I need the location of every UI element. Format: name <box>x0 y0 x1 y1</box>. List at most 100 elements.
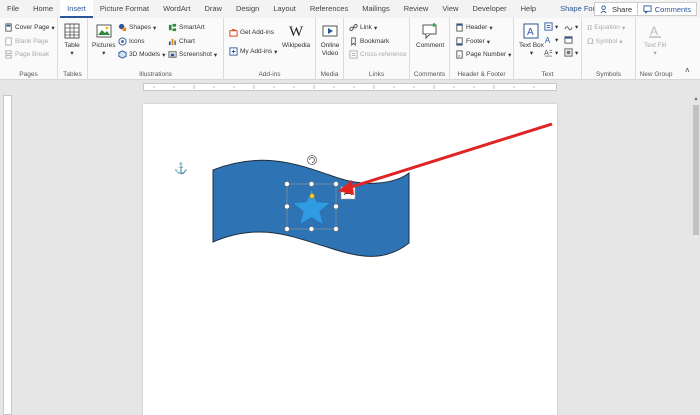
footer-button[interactable]: Footer ▾ <box>455 37 490 46</box>
chevron-down-icon: ▾ <box>153 24 157 32</box>
bookmark-button[interactable]: Bookmark <box>349 37 389 46</box>
scrollbar-thumb[interactable] <box>693 105 699 235</box>
chevron-down-icon: ▾ <box>575 49 579 57</box>
tab-home[interactable]: Home <box>26 0 60 18</box>
shapes-button[interactable]: Shapes ▾ <box>118 23 156 32</box>
new-comment-button[interactable]: Comment <box>416 22 444 50</box>
table-button[interactable]: Table ▾ <box>63 22 81 58</box>
cover-page-icon <box>5 23 12 32</box>
symbol-button[interactable]: Ω Symbol ▾ <box>587 37 623 46</box>
date-time-button[interactable] <box>564 35 573 44</box>
comments-button[interactable]: Comments <box>636 2 697 16</box>
tab-mailings[interactable]: Mailings <box>355 0 397 18</box>
tab-view[interactable]: View <box>435 0 465 18</box>
drop-cap-icon: A <box>544 48 553 57</box>
smartart-button[interactable]: SmartArt <box>168 23 205 32</box>
header-button[interactable]: Header ▾ <box>455 23 493 32</box>
tab-developer[interactable]: Developer <box>465 0 513 18</box>
share-icon <box>600 4 607 13</box>
group-symbols: π Equation ▾ Ω Symbol ▾ Symbols <box>582 18 636 80</box>
tab-draw[interactable]: Draw <box>197 0 229 18</box>
wikipedia-button[interactable]: W Wikipedia <box>282 22 310 50</box>
object-button[interactable]: ▾ <box>564 48 578 57</box>
equation-button[interactable]: π Equation ▾ <box>587 23 625 32</box>
blank-page-icon <box>5 37 12 46</box>
3d-models-button[interactable]: 3D Models ▾ <box>118 50 165 59</box>
vertical-ruler[interactable] <box>3 95 12 415</box>
chevron-down-icon: ▾ <box>373 24 378 32</box>
svg-text:A: A <box>545 36 551 44</box>
group-illustrations: Pictures ▾ Shapes ▾ Icons 3D Models ▾ Smart… <box>88 18 224 80</box>
cross-reference-button[interactable]: Cross-reference <box>349 50 407 59</box>
page-number-button[interactable]: # Page Number ▾ <box>455 50 511 59</box>
chevron-down-icon: ▾ <box>70 50 74 57</box>
table-icon <box>64 23 80 39</box>
comments-label: Comments <box>654 4 691 14</box>
group-label-illustrations: Illustrations <box>139 71 172 78</box>
group-links: Link ▾ Bookmark Cross-reference Links <box>344 18 410 80</box>
tab-wordart[interactable]: WordArt <box>156 0 197 18</box>
group-label-header-footer: Header & Footer <box>457 71 506 78</box>
chevron-down-icon: ▾ <box>529 50 534 57</box>
link-button[interactable]: Link ▾ <box>349 23 377 32</box>
omega-icon: Ω <box>587 37 594 46</box>
chevron-down-icon: ▾ <box>555 49 559 57</box>
svg-text:A: A <box>544 48 549 57</box>
tab-file[interactable]: File <box>0 0 26 18</box>
page-break-button[interactable]: Page Break <box>4 50 49 59</box>
chevron-down-icon: ▾ <box>102 50 106 57</box>
chevron-down-icon: ▾ <box>489 24 493 32</box>
group-label-text: Text <box>541 71 554 78</box>
new-comment-icon <box>422 23 437 40</box>
group-label-symbols: Symbols <box>596 71 621 78</box>
scroll-up-arrow-icon[interactable]: ▴ <box>693 95 699 103</box>
screenshot-button[interactable]: Screenshot ▾ <box>168 50 217 59</box>
chevron-down-icon: ▾ <box>555 36 559 44</box>
page-break-icon <box>5 50 12 59</box>
tab-layout[interactable]: Layout <box>266 0 303 18</box>
horizontal-ruler[interactable] <box>0 81 700 93</box>
online-video-button[interactable]: Online Video <box>319 22 341 58</box>
get-addins-button[interactable]: Get Add-ins <box>229 28 274 37</box>
svg-text:A: A <box>527 27 534 38</box>
tab-picture-format[interactable]: Picture Format <box>93 0 156 18</box>
store-icon <box>229 28 238 37</box>
tab-design[interactable]: Design <box>229 0 266 18</box>
text-fill-button[interactable]: A Text Fill ▾ <box>644 22 666 58</box>
icons-icon <box>118 37 127 46</box>
drop-cap-button[interactable]: A ▾ <box>544 48 558 57</box>
tab-review[interactable]: Review <box>397 0 436 18</box>
chevron-down-icon: ▾ <box>213 51 218 59</box>
chevron-down-icon: ▾ <box>508 51 512 59</box>
icons-button[interactable]: Icons <box>118 37 145 46</box>
footer-icon <box>456 37 463 46</box>
share-button[interactable]: Share <box>593 2 638 16</box>
pictures-button[interactable]: Pictures ▾ <box>92 22 115 58</box>
document-page[interactable] <box>143 104 557 415</box>
signature-icon <box>564 26 573 31</box>
collapse-ribbon-button[interactable]: ˄ <box>685 66 690 75</box>
chart-button[interactable]: Chart <box>168 37 195 46</box>
text-box-button[interactable]: A Text Box ▾ <box>519 22 544 58</box>
my-addins-button[interactable]: My Add-ins ▾ <box>229 47 277 56</box>
vertical-scrollbar[interactable]: ▴ <box>692 95 700 415</box>
group-label-comments: Comments <box>413 71 446 78</box>
chevron-down-icon: ▾ <box>51 24 55 32</box>
cover-page-button[interactable]: Cover Page ▾ <box>4 23 55 32</box>
blank-page-button[interactable]: Blank Page <box>4 37 48 46</box>
tab-references[interactable]: References <box>303 0 355 18</box>
tab-help[interactable]: Help <box>514 0 543 18</box>
signature-line-button[interactable]: ▾ <box>564 22 578 31</box>
chevron-down-icon: ▾ <box>621 24 626 32</box>
quick-parts-button[interactable]: ▾ <box>544 22 558 31</box>
ribbon: Cover Page ▾ Blank Page Page Break Pages … <box>0 18 700 80</box>
cross-reference-icon <box>349 50 358 59</box>
text-fill-icon: A <box>649 24 662 38</box>
wordart-button[interactable]: A ▾ <box>544 35 558 44</box>
cube-icon <box>118 50 127 59</box>
video-icon <box>322 25 338 37</box>
smartart-icon <box>168 23 177 32</box>
addins-icon <box>229 47 238 56</box>
tab-insert[interactable]: Insert <box>60 0 93 18</box>
calendar-icon <box>564 36 573 44</box>
